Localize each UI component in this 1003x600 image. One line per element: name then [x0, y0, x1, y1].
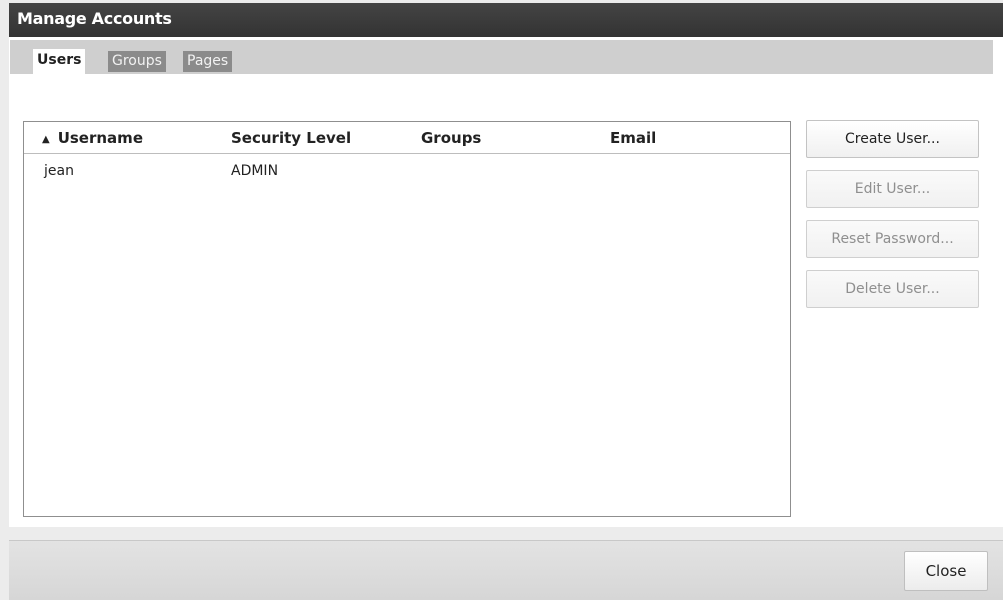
- create-user-button[interactable]: Create User...: [806, 120, 979, 158]
- table-row[interactable]: jean ADMIN: [24, 155, 790, 181]
- column-header-groups[interactable]: Groups: [421, 129, 481, 147]
- tab-strip: Users Groups Pages: [10, 40, 993, 75]
- users-table: ▲ Username Security Level Groups Email je…: [23, 121, 791, 517]
- column-header-username-label: Username: [57, 129, 143, 147]
- tab-users[interactable]: Users: [33, 49, 86, 75]
- window-title: Manage Accounts: [9, 3, 1003, 37]
- table-header: ▲ Username Security Level Groups Email: [24, 122, 790, 154]
- column-header-email[interactable]: Email: [610, 129, 656, 147]
- reset-password-button[interactable]: Reset Password...: [806, 220, 979, 258]
- dialog-footer: [9, 540, 1003, 600]
- tab-groups[interactable]: Groups: [108, 51, 166, 72]
- cell-username: jean: [44, 163, 74, 179]
- close-button[interactable]: Close: [904, 551, 988, 591]
- column-header-security-level[interactable]: Security Level: [231, 129, 351, 147]
- sort-ascending-icon: ▲: [42, 134, 50, 145]
- edit-user-button[interactable]: Edit User...: [806, 170, 979, 208]
- cell-security-level: ADMIN: [231, 163, 279, 179]
- column-header-username[interactable]: ▲ Username: [42, 129, 143, 147]
- delete-user-button[interactable]: Delete User...: [806, 270, 979, 308]
- tab-pages[interactable]: Pages: [183, 51, 233, 72]
